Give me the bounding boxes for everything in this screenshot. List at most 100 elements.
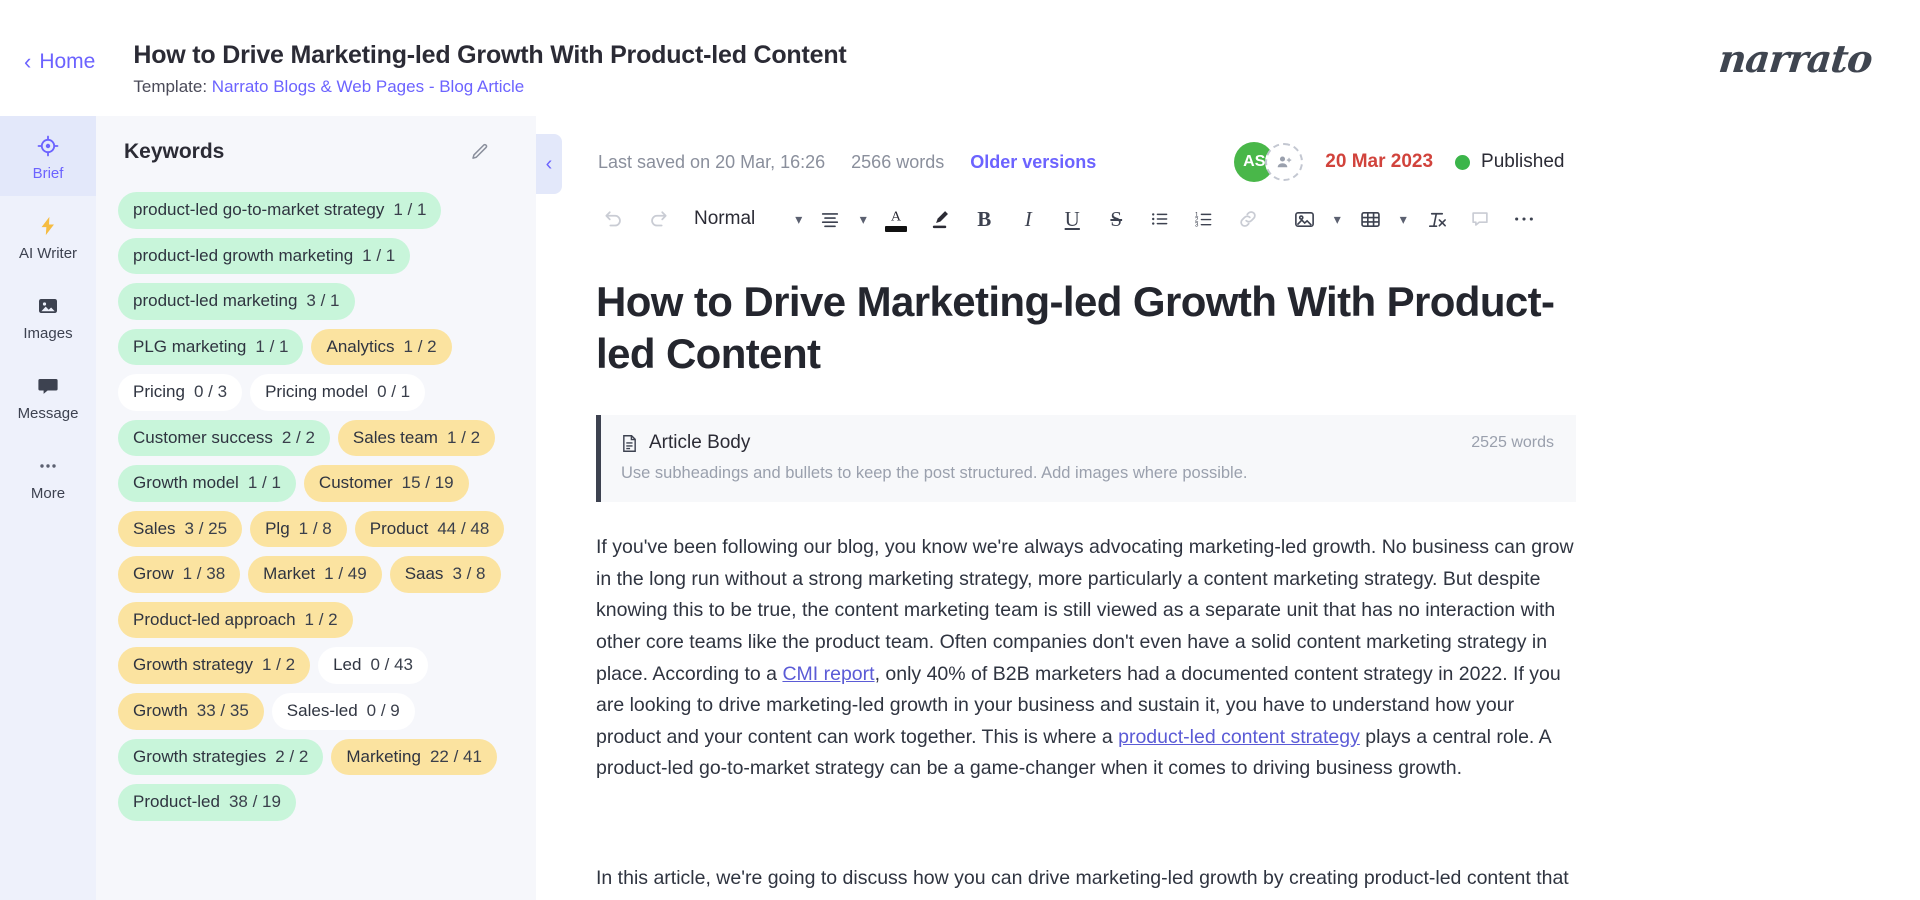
template-label: Template:	[133, 77, 208, 97]
keyword-chip[interactable]: Sales 3 / 25	[118, 510, 243, 548]
keyword-chip[interactable]: PLG marketing 1 / 1	[118, 328, 304, 366]
ellipsis-icon[interactable]	[1502, 200, 1546, 238]
keyword-chip[interactable]: Market 1 / 49	[248, 556, 382, 593]
keyword-chip[interactable]: Marketing 22 / 41	[331, 738, 497, 776]
publish-date[interactable]: 20 Mar 2023	[1325, 151, 1433, 173]
keyword-chip[interactable]: Sales team 1 / 2	[337, 419, 496, 457]
keyword-chip[interactable]: product-led growth marketing 1 / 1	[118, 237, 411, 275]
home-back-link[interactable]: ‹ Home	[24, 34, 95, 74]
keyword-count: 0 / 1	[377, 382, 411, 402]
document-inner: How to Drive Marketing-led Growth With P…	[536, 276, 1636, 900]
chevron-left-icon: ‹	[545, 152, 553, 175]
keyword-count: 1 / 2	[262, 655, 296, 675]
keyword-count: 1 / 1	[393, 200, 427, 219]
bold-button[interactable]: B	[962, 200, 1006, 238]
keyword-term: Customer success	[133, 427, 273, 447]
clear-format-icon[interactable]	[1414, 200, 1458, 238]
keyword-chip[interactable]: product-led go-to-market strategy 1 / 1	[118, 192, 442, 229]
keyword-term: Pricing model	[265, 382, 369, 402]
narrato-logo: narrato	[1716, 36, 1875, 81]
status-badge[interactable]: Published	[1455, 151, 1564, 173]
sidebar-item-images[interactable]: Images	[0, 276, 96, 356]
keyword-chip[interactable]: Sales-led 0 / 9	[271, 693, 415, 730]
paragraph-style-dropdown[interactable]: Normal ▾	[694, 208, 802, 230]
comment-icon[interactable]	[1458, 200, 1502, 238]
redo-icon[interactable]	[636, 200, 680, 238]
editor-toolbar: Normal ▾ ▾ A B I U S 1 2 3 ▾ ▾	[536, 182, 1920, 250]
italic-button[interactable]: I	[1006, 200, 1050, 238]
keyword-count: 3 / 1	[306, 291, 340, 311]
cmi-report-link[interactable]: CMI report	[782, 663, 874, 685]
numbered-list-icon[interactable]: 1 2 3	[1182, 200, 1226, 238]
keyword-count: 15 / 19	[401, 473, 454, 493]
status-label: Published	[1481, 151, 1565, 172]
keyword-count: 1 / 2	[446, 427, 481, 447]
keyword-chip[interactable]: Led 0 / 43	[318, 647, 429, 685]
keyword-count: 1 / 1	[247, 473, 281, 493]
left-rail: Brief AI Writer Images Message More	[0, 116, 96, 900]
older-versions-link[interactable]: Older versions	[970, 152, 1096, 173]
product-led-content-strategy-link[interactable]: product-led content strategy	[1118, 726, 1360, 748]
keyword-chip[interactable]: Customer success 2 / 2	[118, 419, 330, 457]
text-color-icon[interactable]: A	[874, 200, 918, 238]
keyword-count: 3 / 25	[184, 518, 228, 538]
article-paragraph-2[interactable]: In this article, we're going to discuss …	[596, 863, 1576, 900]
sidebar-item-ai-writer[interactable]: AI Writer	[0, 196, 96, 276]
keyword-chip[interactable]: Plg 1 / 8	[250, 510, 347, 548]
keyword-chip[interactable]: Grow 1 / 38	[118, 556, 241, 593]
home-label: Home	[39, 50, 96, 73]
top-bar: ‹ Home How to Drive Marketing-led Growth…	[0, 0, 1920, 116]
align-chevron-down-icon[interactable]: ▾	[852, 211, 874, 228]
collapse-panel-button[interactable]: ‹	[536, 134, 562, 194]
sidebar-item-more[interactable]: More	[0, 436, 96, 516]
keyword-chip[interactable]: product-led marketing 3 / 1	[118, 283, 355, 320]
keyword-chip[interactable]: Product 44 / 48	[354, 510, 505, 548]
bullet-list-icon[interactable]	[1138, 200, 1182, 238]
document-canvas[interactable]: How to Drive Marketing-led Growth With P…	[536, 250, 1920, 900]
keyword-chip[interactable]: Product-led 38 / 19	[118, 784, 296, 821]
keyword-chip[interactable]: Saas 3 / 8	[389, 556, 501, 593]
undo-icon[interactable]	[592, 200, 636, 238]
chevron-down-icon: ▾	[795, 210, 803, 227]
table-chevron-down-icon[interactable]: ▾	[1392, 211, 1414, 228]
link-icon[interactable]	[1226, 200, 1270, 238]
keyword-chip[interactable]: Growth strategies 2 / 2	[118, 738, 324, 776]
keyword-term: Growth model	[133, 473, 239, 493]
keyword-chip[interactable]: Growth 33 / 35	[118, 693, 264, 730]
pencil-icon[interactable]	[470, 142, 490, 162]
keyword-term: Growth	[133, 701, 188, 721]
keyword-term: Sales	[133, 518, 176, 538]
keyword-chip[interactable]: Pricing model 0 / 1	[250, 374, 426, 411]
app-root: ‹ Home How to Drive Marketing-led Growth…	[0, 0, 1920, 900]
keyword-chip[interactable]: Analytics 1 / 2	[311, 328, 452, 366]
bold-label: B	[977, 206, 992, 231]
template-line: Template: Narrato Blogs & Web Pages - Bl…	[133, 77, 846, 97]
keyword-term: Pricing	[133, 382, 185, 402]
keyword-count: 2 / 2	[281, 427, 315, 447]
keyword-term: Saas	[404, 564, 444, 584]
align-icon[interactable]	[808, 200, 852, 238]
target-icon	[35, 133, 61, 159]
image-chevron-down-icon[interactable]: ▾	[1326, 211, 1348, 228]
section-article-body[interactable]: Article Body 2525 words Use subheadings …	[596, 415, 1576, 503]
keyword-count: 1 / 49	[324, 564, 367, 584]
editor-meta-bar: Last saved on 20 Mar, 16:26 2566 words O…	[536, 116, 1920, 182]
sidebar-item-message[interactable]: Message	[0, 356, 96, 436]
keyword-chip[interactable]: Customer 15 / 19	[303, 465, 469, 502]
keyword-chip[interactable]: Product-led approach 1 / 2	[118, 601, 353, 639]
image-icon[interactable]	[1282, 200, 1326, 238]
underline-button[interactable]: U	[1050, 200, 1094, 238]
keyword-chip[interactable]: Growth strategy 1 / 2	[118, 647, 311, 685]
highlighter-icon[interactable]	[918, 200, 962, 238]
sidebar-item-brief[interactable]: Brief	[0, 116, 96, 196]
article-heading[interactable]: How to Drive Marketing-led Growth With P…	[596, 276, 1576, 379]
table-icon[interactable]	[1348, 200, 1392, 238]
editor-pane: ‹ Last saved on 20 Mar, 16:26 2566 words…	[536, 116, 1920, 900]
article-paragraph-1[interactable]: If you've been following our blog, you k…	[596, 532, 1576, 785]
strikethrough-button[interactable]: S	[1094, 200, 1138, 238]
keyword-chip[interactable]: Growth model 1 / 1	[118, 465, 296, 502]
keyword-term: Marketing	[346, 746, 421, 766]
template-link[interactable]: Narrato Blogs & Web Pages - Blog Article	[212, 77, 524, 96]
keyword-chip[interactable]: Pricing 0 / 3	[118, 374, 243, 411]
add-user-icon[interactable]	[1265, 143, 1304, 181]
